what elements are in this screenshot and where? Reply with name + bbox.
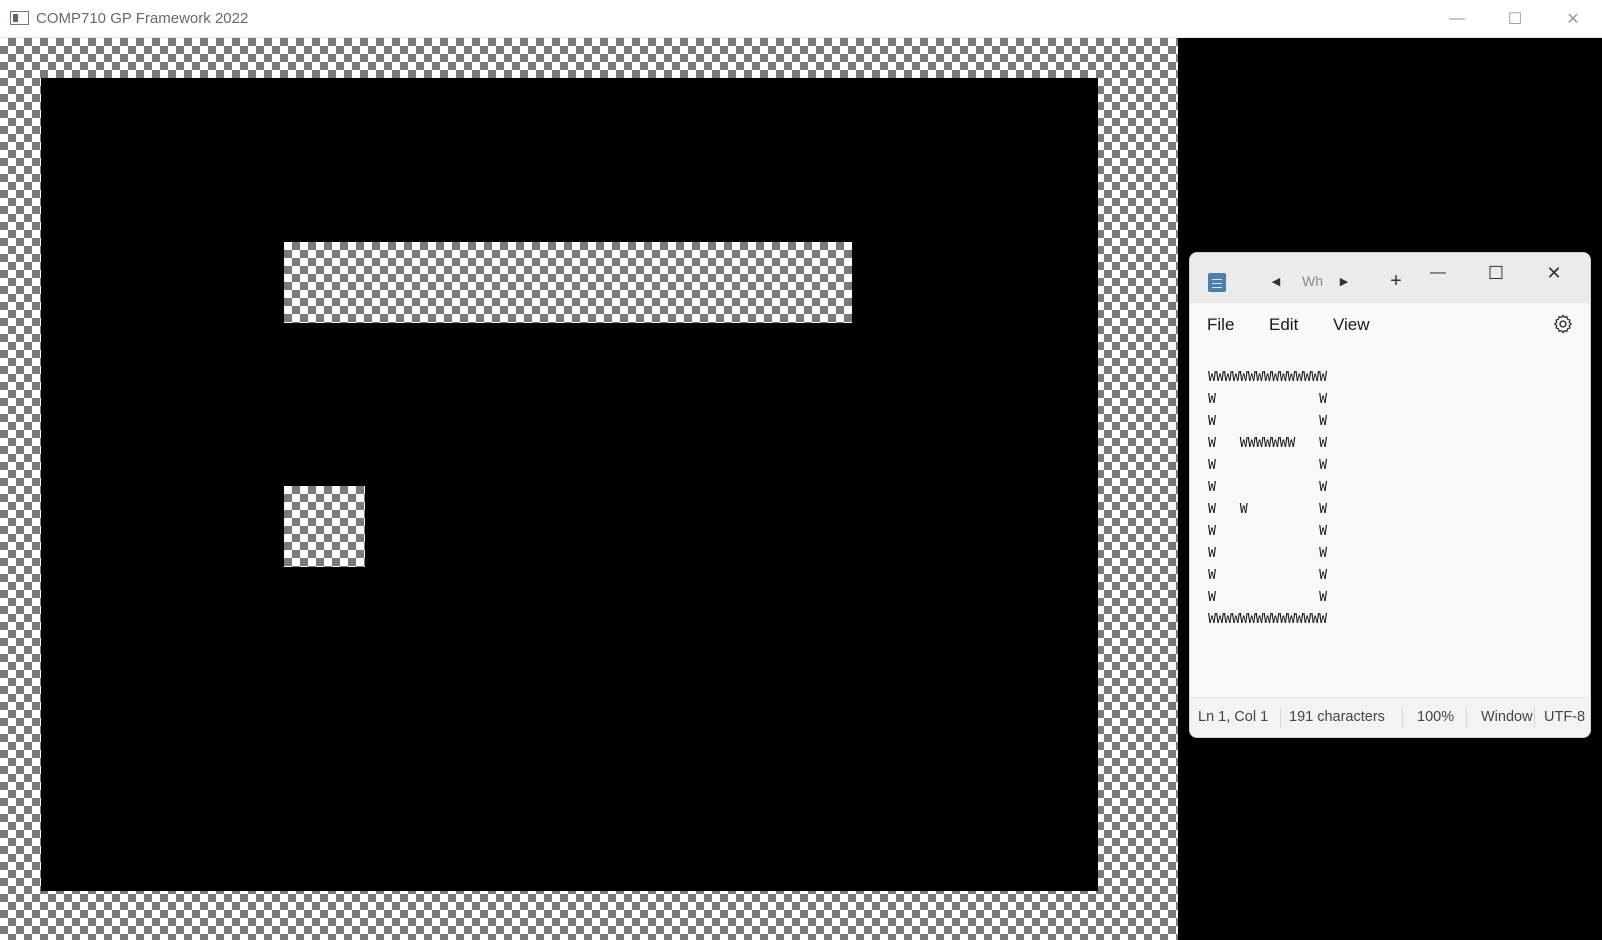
menu-view[interactable]: View [1333,315,1370,335]
triangle-left-icon[interactable]: ◀ [1264,267,1288,295]
text-line: W WWWWWWW W [1208,436,1328,451]
notepad-statusbar: Ln 1, Col 1 191 characters 100% Windows … [1190,697,1590,737]
status-divider [1402,708,1403,728]
notepad-icon [1208,273,1226,292]
status-zoom[interactable]: 100% [1417,709,1454,725]
status-divider [1466,708,1467,728]
text-line: W W [1208,392,1328,407]
notepad-titlebar[interactable]: ◀ Wh ▶ + — ☐ ✕ [1190,253,1590,303]
notepad-text-area[interactable]: WWWWWWWWWWWWWWW W W W W W WWWWWWW W W W … [1208,367,1590,697]
text-line: W W [1208,414,1328,429]
status-divider [1534,708,1535,728]
text-line: W W [1208,458,1328,473]
wall-block-single [284,486,365,567]
triangle-right-icon[interactable]: ▶ [1332,267,1356,295]
text-line: W W [1208,524,1328,539]
text-line: WWWWWWWWWWWWWWW [1208,612,1328,627]
plus-icon[interactable]: + [1382,267,1410,295]
minimize-button[interactable]: — [1428,0,1486,38]
notepad-minimize-button[interactable]: — [1418,259,1458,287]
window-titlebar[interactable]: COMP710 GP Framework 2022 — ☐ ✕ [0,0,1602,38]
text-line: W W [1208,590,1328,605]
maximize-button[interactable]: ☐ [1486,0,1544,38]
text-line: W W [1208,546,1328,561]
status-position: Ln 1, Col 1 [1198,709,1269,725]
close-button[interactable]: ✕ [1544,0,1602,38]
text-line: W W [1208,568,1328,583]
window-title: COMP710 GP Framework 2022 [36,10,249,27]
status-character-count: 191 characters [1289,709,1385,725]
menu-edit[interactable]: Edit [1269,315,1298,335]
tab-title[interactable]: Wh [1302,273,1324,289]
text-line: WWWWWWWWWWWWWWW [1208,370,1328,385]
status-line-ending: Windows (CRLF) [1481,709,1533,725]
wall-block-horizontal [284,242,852,323]
level-background [41,78,1098,891]
game-viewport [0,38,1178,940]
gear-icon[interactable] [1552,313,1574,335]
app-window-icon [10,11,29,25]
status-divider [1280,708,1281,728]
notepad-window[interactable]: ◀ Wh ▶ + — ☐ ✕ File Edit View WWWWWWWWWW… [1189,252,1591,738]
notepad-menubar: File Edit View [1190,303,1590,345]
text-line: W W [1208,480,1328,495]
status-encoding: UTF-8 [1544,709,1586,725]
text-line: W W W [1208,502,1328,517]
notepad-close-button[interactable]: ✕ [1534,259,1574,287]
menu-file[interactable]: File [1207,315,1234,335]
notepad-maximize-button[interactable]: ☐ [1476,259,1516,287]
